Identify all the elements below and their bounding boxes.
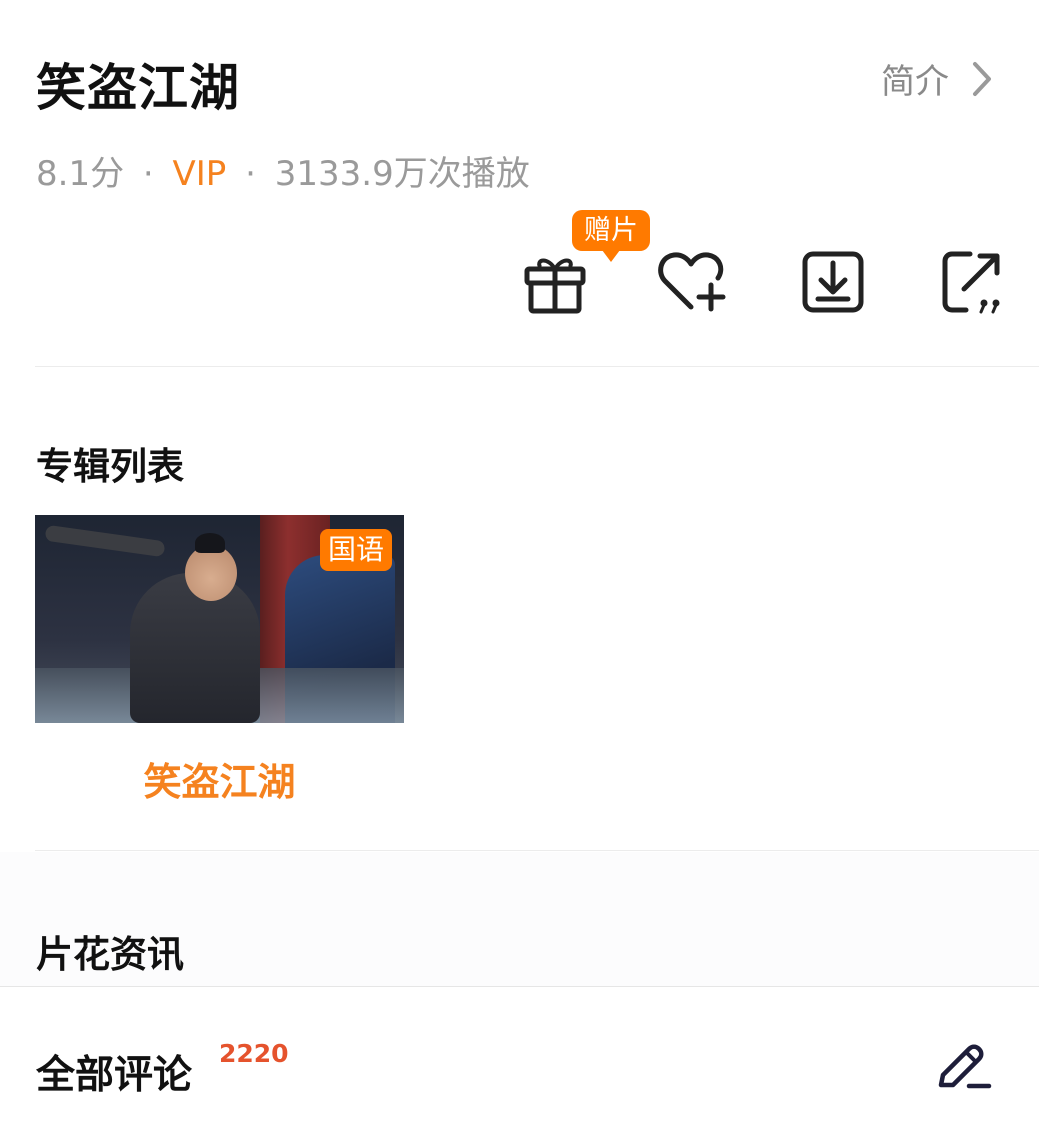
gift-badge: 赠片 (572, 210, 650, 262)
video-meta: 8.1分 · VIP · 3133.9万次播放 (36, 146, 530, 195)
gift-button[interactable] (520, 247, 590, 317)
meta-separator: · (245, 154, 256, 194)
comments-title: 全部评论 (36, 1053, 193, 1098)
comments-bar[interactable]: 全部评论 2220 (0, 986, 1039, 1145)
share-icon (942, 251, 1000, 314)
download-button[interactable] (798, 247, 868, 317)
divider (35, 850, 1039, 851)
meta-separator: · (142, 154, 154, 194)
gift-icon (524, 258, 586, 314)
favorite-add-icon (658, 252, 726, 312)
comments-count: 2220 (219, 1039, 289, 1068)
video-detail-page: 笑盗江湖 简介 8.1分 · VIP · 3133.9万次播放 赠片 专辑列表 … (0, 0, 1039, 1145)
download-icon (802, 251, 864, 313)
page-title: 笑盗江湖 (36, 59, 240, 117)
share-button[interactable] (938, 247, 1008, 317)
album-section-title: 专辑列表 (36, 445, 184, 488)
score: 8.1分 (36, 154, 125, 194)
write-comment-button[interactable] (935, 1041, 993, 1091)
clips-section: 片花资讯 (0, 852, 1039, 986)
action-bar: 赠片 (0, 205, 1039, 325)
album-thumbnail: 国语 (35, 515, 404, 723)
language-badge: 国语 (319, 529, 392, 571)
chevron-right-icon (973, 61, 991, 96)
intro-link[interactable]: 简介 (881, 54, 993, 103)
pencil-icon (938, 1044, 992, 1089)
vip-label: VIP (172, 154, 227, 194)
clips-section-title: 片花资讯 (36, 933, 184, 976)
intro-label: 简介 (881, 62, 949, 102)
album-name: 笑盗江湖 (143, 760, 296, 804)
album-card[interactable]: 国语 笑盗江湖 (35, 515, 404, 806)
play-count: 3133.9万次播放 (274, 154, 530, 194)
divider (35, 366, 1039, 367)
favorite-button[interactable] (656, 247, 726, 317)
